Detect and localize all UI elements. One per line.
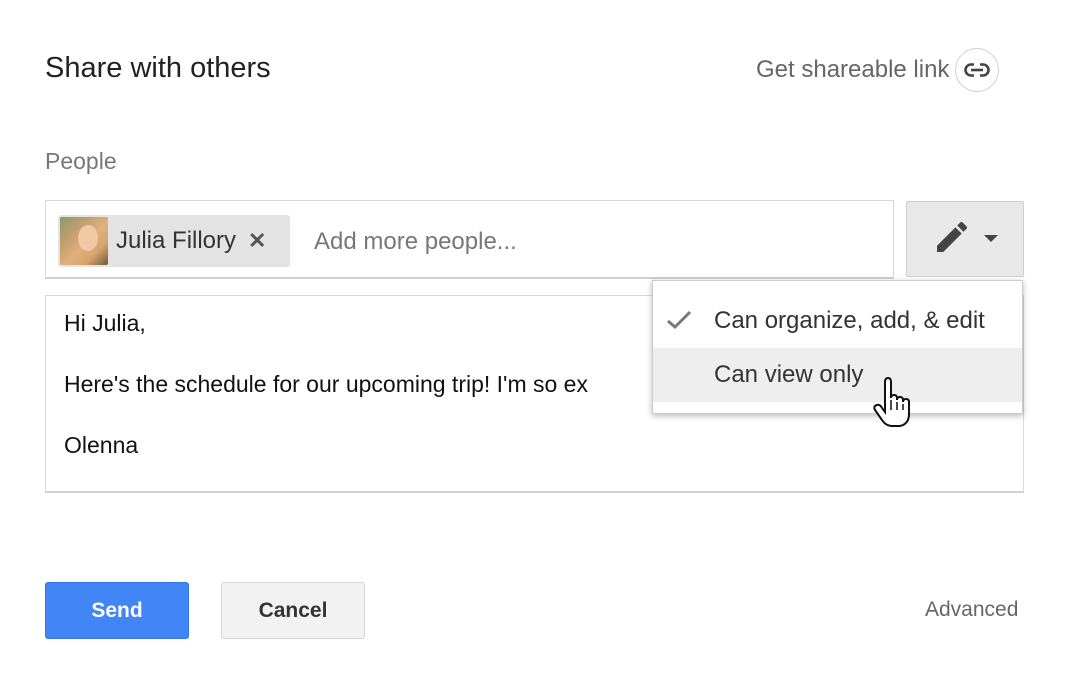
send-button[interactable]: Send [45,582,189,639]
people-label: People [45,148,117,174]
message-line: Olenna [64,432,139,458]
person-chip-name: Julia Fillory [116,227,237,254]
permission-dropdown-button[interactable] [906,201,1024,277]
menu-item-can-view-only[interactable]: Can view only [653,348,1022,402]
menu-item-label: Can organize, add, & edit [714,307,985,334]
advanced-link[interactable]: Advanced [925,598,1018,622]
cancel-button[interactable]: Cancel [221,582,365,639]
menu-item-can-organize-add-edit[interactable]: Can organize, add, & edit [653,294,1022,348]
checkmark-icon [665,308,693,337]
get-shareable-link-label: Get shareable link [756,56,950,83]
add-people-input[interactable] [312,221,876,263]
get-shareable-link-button[interactable]: Get shareable link [756,48,1000,92]
person-chip[interactable]: Julia Fillory ✕ [58,215,290,267]
hand-cursor-icon [872,376,912,435]
pencil-icon [932,217,972,262]
dialog-title: Share with others [45,52,271,84]
link-icon[interactable] [955,48,1000,92]
permission-menu: Can organize, add, & edit Can view only [652,280,1023,414]
people-field[interactable]: Julia Fillory ✕ [45,200,894,279]
menu-item-label: Can view only [714,361,864,388]
close-icon[interactable]: ✕ [248,228,266,254]
caret-down-icon [984,230,998,248]
avatar [60,217,108,265]
